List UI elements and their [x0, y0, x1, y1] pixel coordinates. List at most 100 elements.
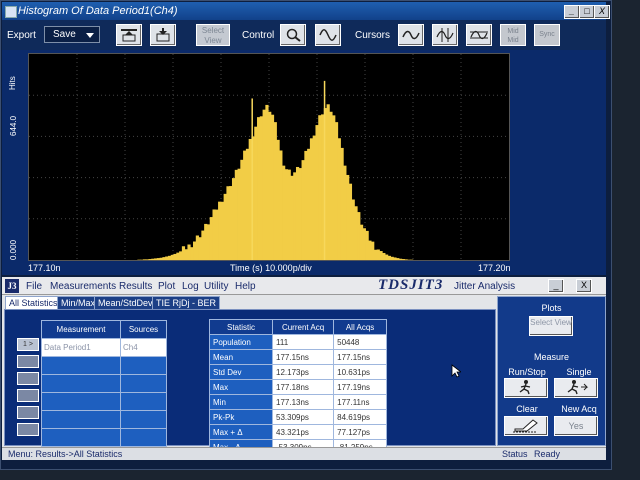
- cursor-waveform-button[interactable]: [398, 24, 424, 46]
- export-down-button[interactable]: [150, 24, 176, 46]
- menu-file[interactable]: File: [26, 281, 42, 292]
- histogram-bar: [268, 111, 272, 260]
- waveform-button[interactable]: [315, 24, 341, 46]
- histogram-bar: [348, 183, 353, 260]
- statistic-name-cell: Std Dev: [209, 364, 273, 380]
- export-up-button[interactable]: [116, 24, 142, 46]
- measurement-row[interactable]: [41, 392, 167, 411]
- measurement-row[interactable]: Data Period1 Ch4: [41, 338, 167, 357]
- current-acq-cell: 12.173ps: [271, 364, 335, 380]
- histogram-bar: [226, 186, 230, 260]
- histogram-bar: [234, 169, 238, 260]
- histogram-bar: [248, 138, 252, 260]
- histogram-bar: [393, 257, 397, 260]
- histogram-bar: [304, 150, 308, 260]
- histogram-bar: [340, 147, 344, 260]
- all-acqs-cell: 177.11ns: [333, 394, 387, 410]
- save-dropdown[interactable]: Save: [44, 26, 100, 43]
- sync-button[interactable]: Sync: [534, 24, 560, 46]
- current-acq-cell: 177.13ns: [271, 394, 335, 410]
- row-select-button[interactable]: [17, 406, 39, 419]
- histogram-bar: [156, 258, 161, 260]
- histogram-bar: [298, 168, 302, 260]
- tab-all-statistics[interactable]: All Statistics: [5, 296, 62, 310]
- menu-help[interactable]: Help: [235, 281, 256, 292]
- tab-tie-rjdj-ber[interactable]: TIE RjDj - BER: [152, 296, 221, 310]
- histogram-bar: [212, 209, 216, 260]
- histogram-bar: [151, 258, 155, 260]
- histogram-bar: [365, 230, 369, 260]
- statistic-name-cell: Max: [209, 379, 273, 395]
- export-label: Export: [7, 30, 36, 41]
- histogram-bar: [404, 259, 408, 260]
- histogram-bar: [270, 114, 275, 260]
- measurement-row[interactable]: [41, 374, 167, 393]
- minimize-button[interactable]: _: [564, 5, 580, 19]
- histogram-bar: [371, 241, 375, 260]
- tab-min-max[interactable]: Min/Max: [57, 296, 100, 310]
- menu-plot[interactable]: Plot: [158, 281, 175, 292]
- histogram-bar: [240, 159, 244, 260]
- measurement-cell: [41, 374, 121, 393]
- single-button[interactable]: [554, 378, 598, 398]
- clear-button[interactable]: [504, 416, 548, 436]
- window-icon: [5, 6, 17, 18]
- select-view-button[interactable]: Select View: [196, 24, 230, 46]
- histogram-svg: [29, 54, 509, 260]
- histogram-bar: [396, 258, 400, 260]
- histogram-bar: [193, 241, 197, 260]
- mid-button[interactable]: Mid Mid: [500, 24, 526, 46]
- histogram-bar: [321, 114, 325, 260]
- app-close-button[interactable]: X: [576, 279, 592, 293]
- histogram-bar: [359, 224, 364, 260]
- zoom-button[interactable]: [280, 24, 306, 46]
- histogram-bar: [231, 178, 236, 260]
- cursor-horizontal-button[interactable]: [466, 24, 492, 46]
- measurement-cell: Data Period1: [41, 338, 121, 357]
- histogram-bar: [357, 212, 361, 260]
- histogram-bar: [165, 256, 169, 260]
- menu-log[interactable]: Log: [182, 281, 199, 292]
- magnifier-icon: [286, 28, 301, 42]
- histogram-bar: [206, 224, 211, 260]
- histogram-bar: [276, 139, 280, 260]
- row-select-button[interactable]: [17, 389, 39, 402]
- row-select-button[interactable]: [17, 372, 39, 385]
- run-stop-button[interactable]: [504, 378, 548, 398]
- statistics-table: Statistic Current Acq All Acqs Populatio…: [209, 319, 387, 455]
- measurement-row[interactable]: [41, 410, 167, 429]
- tab-mean-stddev[interactable]: Mean/StdDev: [94, 296, 157, 310]
- all-acqs-cell: 84.619ps: [333, 409, 387, 425]
- maximize-button[interactable]: □: [579, 5, 595, 19]
- histogram-bar: [284, 169, 289, 260]
- app-minimize-button[interactable]: _: [548, 279, 564, 293]
- all-acqs-cell: 77.127ps: [333, 424, 387, 440]
- menu-measurements[interactable]: Measurements: [50, 281, 116, 292]
- histogram-bar: [290, 175, 294, 260]
- close-button[interactable]: X: [594, 5, 610, 19]
- histogram-bar: [198, 237, 202, 260]
- histogram-bar: [385, 254, 389, 260]
- histogram-bar: [167, 255, 172, 260]
- histogram-bar: [301, 160, 305, 260]
- plots-select-view-button[interactable]: Select View: [529, 316, 573, 336]
- new-acq-yes-button[interactable]: Yes: [554, 416, 598, 436]
- histogram-bar: [379, 251, 383, 260]
- measurement-table: Measurement Sources Data Period1 Ch4: [41, 320, 167, 447]
- row-select-button[interactable]: [17, 355, 39, 368]
- running-man-icon: [519, 380, 531, 395]
- measurement-row[interactable]: [41, 356, 167, 375]
- all-acqs-cell: 50448: [333, 334, 387, 350]
- histogram-peak-bar: [323, 80, 326, 260]
- histogram-bar: [257, 117, 261, 260]
- menu-utility[interactable]: Utility: [204, 281, 228, 292]
- measurement-row[interactable]: [41, 428, 167, 447]
- cursor-vertical-button[interactable]: [432, 24, 458, 46]
- row-select-button[interactable]: 1 >: [17, 338, 39, 351]
- menu-results[interactable]: Results: [119, 281, 152, 292]
- row-select-button[interactable]: [17, 423, 39, 436]
- plots-label: Plots: [541, 303, 562, 313]
- histogram-plot[interactable]: [28, 53, 510, 261]
- y-axis-title: Hits: [8, 76, 17, 90]
- histogram-bar: [243, 150, 247, 260]
